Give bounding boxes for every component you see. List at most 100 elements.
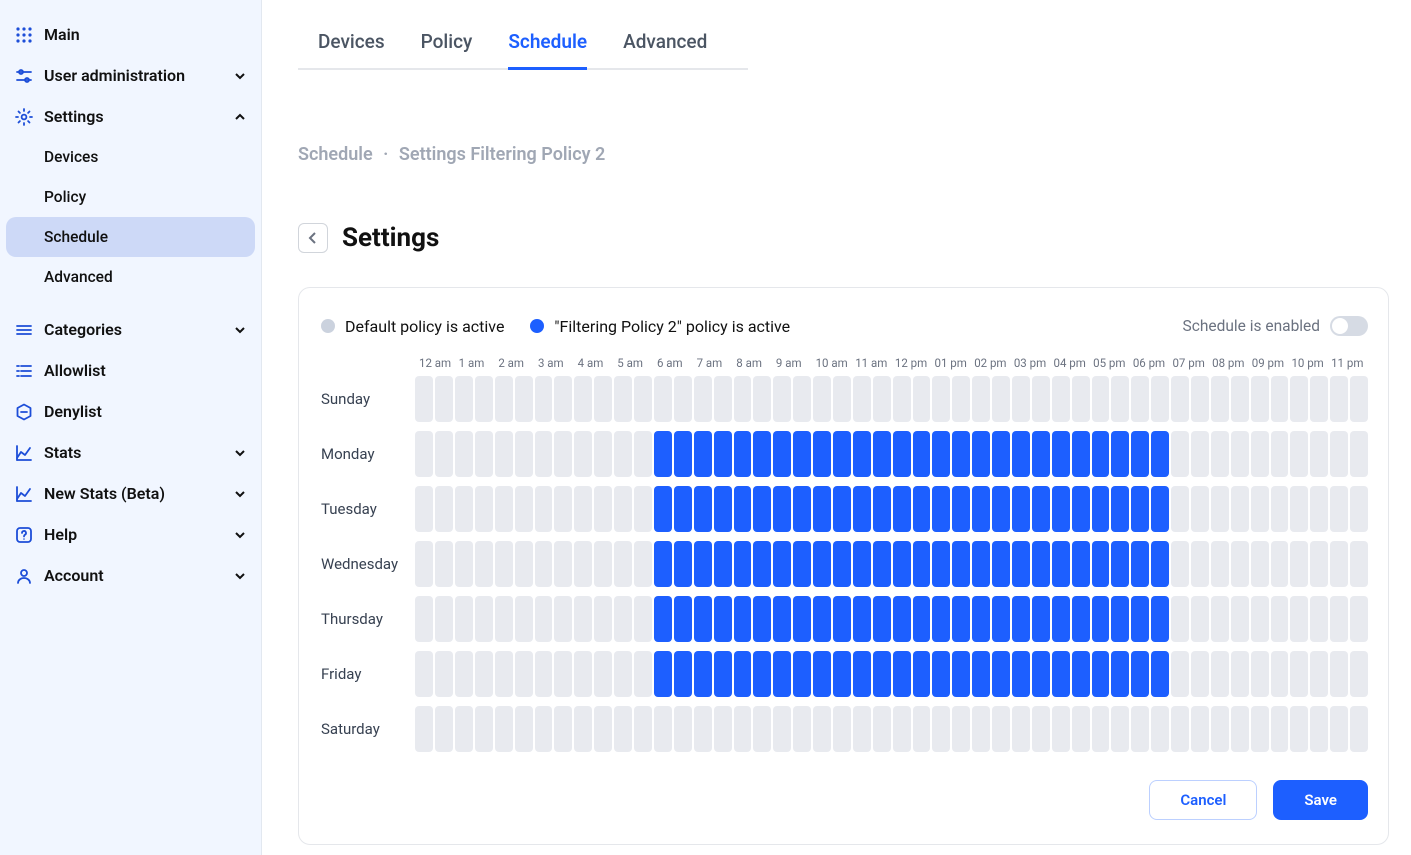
- schedule-slot[interactable]: [554, 486, 572, 532]
- schedule-slot[interactable]: [1191, 651, 1209, 697]
- schedule-slot[interactable]: [1290, 706, 1308, 752]
- schedule-slot[interactable]: [793, 596, 811, 642]
- schedule-slot[interactable]: [535, 596, 553, 642]
- schedule-slot[interactable]: [1350, 596, 1368, 642]
- sidebar-item-settings[interactable]: Settings: [0, 96, 261, 137]
- schedule-slot[interactable]: [594, 706, 612, 752]
- schedule-slot[interactable]: [972, 541, 990, 587]
- schedule-slot[interactable]: [535, 541, 553, 587]
- sidebar-item-stats[interactable]: Stats: [0, 432, 261, 473]
- schedule-slot[interactable]: [475, 651, 493, 697]
- schedule-slot[interactable]: [674, 706, 692, 752]
- schedule-slot[interactable]: [654, 596, 672, 642]
- schedule-slot[interactable]: [932, 651, 950, 697]
- schedule-slot[interactable]: [1191, 486, 1209, 532]
- schedule-slot[interactable]: [535, 651, 553, 697]
- schedule-slot[interactable]: [753, 376, 771, 422]
- schedule-slot[interactable]: [1012, 376, 1030, 422]
- schedule-slot[interactable]: [1171, 706, 1189, 752]
- schedule-slot[interactable]: [833, 596, 851, 642]
- schedule-slot[interactable]: [515, 651, 533, 697]
- schedule-slot[interactable]: [952, 596, 970, 642]
- sidebar-item-user-admin[interactable]: User administration: [0, 55, 261, 96]
- schedule-slot[interactable]: [634, 486, 652, 532]
- sidebar-subitem-schedule[interactable]: Schedule: [6, 217, 255, 257]
- schedule-toggle[interactable]: [1330, 316, 1368, 336]
- schedule-slot[interactable]: [495, 651, 513, 697]
- schedule-slot[interactable]: [972, 651, 990, 697]
- schedule-slot[interactable]: [654, 651, 672, 697]
- back-button[interactable]: [298, 223, 328, 253]
- schedule-slot[interactable]: [873, 706, 891, 752]
- schedule-slot[interactable]: [614, 541, 632, 587]
- schedule-slot[interactable]: [1231, 541, 1249, 587]
- schedule-slot[interactable]: [594, 541, 612, 587]
- schedule-slot[interactable]: [554, 596, 572, 642]
- schedule-slot[interactable]: [654, 431, 672, 477]
- schedule-slot[interactable]: [1131, 376, 1149, 422]
- schedule-slot[interactable]: [1072, 651, 1090, 697]
- schedule-slot[interactable]: [1330, 596, 1348, 642]
- schedule-slot[interactable]: [515, 596, 533, 642]
- sidebar-subitem-advanced[interactable]: Advanced: [0, 257, 261, 297]
- schedule-slot[interactable]: [893, 431, 911, 477]
- schedule-slot[interactable]: [873, 541, 891, 587]
- tab-devices[interactable]: Devices: [318, 22, 385, 70]
- schedule-slot[interactable]: [435, 376, 453, 422]
- schedule-slot[interactable]: [1032, 706, 1050, 752]
- schedule-slot[interactable]: [734, 541, 752, 587]
- schedule-slot[interactable]: [1131, 596, 1149, 642]
- schedule-slot[interactable]: [714, 651, 732, 697]
- schedule-slot[interactable]: [932, 376, 950, 422]
- schedule-slot[interactable]: [614, 596, 632, 642]
- schedule-slot[interactable]: [415, 486, 433, 532]
- schedule-slot[interactable]: [793, 706, 811, 752]
- schedule-slot[interactable]: [1350, 541, 1368, 587]
- schedule-slot[interactable]: [853, 596, 871, 642]
- sidebar-subitem-policy[interactable]: Policy: [0, 177, 261, 217]
- schedule-slot[interactable]: [833, 431, 851, 477]
- schedule-slot[interactable]: [913, 596, 931, 642]
- schedule-slot[interactable]: [873, 486, 891, 532]
- schedule-slot[interactable]: [495, 541, 513, 587]
- schedule-slot[interactable]: [1191, 596, 1209, 642]
- breadcrumb-first[interactable]: Schedule: [298, 144, 373, 165]
- schedule-slot[interactable]: [634, 376, 652, 422]
- schedule-slot[interactable]: [932, 431, 950, 477]
- schedule-slot[interactable]: [1092, 431, 1110, 477]
- schedule-slot[interactable]: [972, 376, 990, 422]
- schedule-slot[interactable]: [1330, 651, 1348, 697]
- schedule-slot[interactable]: [1211, 486, 1229, 532]
- schedule-slot[interactable]: [873, 651, 891, 697]
- schedule-slot[interactable]: [1310, 376, 1328, 422]
- schedule-slot[interactable]: [694, 541, 712, 587]
- schedule-slot[interactable]: [1072, 486, 1090, 532]
- schedule-slot[interactable]: [1271, 431, 1289, 477]
- schedule-slot[interactable]: [1290, 651, 1308, 697]
- schedule-slot[interactable]: [893, 706, 911, 752]
- schedule-slot[interactable]: [753, 541, 771, 587]
- schedule-slot[interactable]: [475, 376, 493, 422]
- schedule-slot[interactable]: [1171, 376, 1189, 422]
- schedule-slot[interactable]: [893, 376, 911, 422]
- schedule-slot[interactable]: [1131, 651, 1149, 697]
- schedule-slot[interactable]: [594, 651, 612, 697]
- schedule-slot[interactable]: [694, 431, 712, 477]
- schedule-slot[interactable]: [793, 651, 811, 697]
- schedule-slot[interactable]: [634, 706, 652, 752]
- schedule-slot[interactable]: [674, 431, 692, 477]
- schedule-slot[interactable]: [1251, 486, 1269, 532]
- schedule-slot[interactable]: [972, 706, 990, 752]
- schedule-slot[interactable]: [714, 596, 732, 642]
- schedule-slot[interactable]: [1052, 431, 1070, 477]
- schedule-slot[interactable]: [515, 486, 533, 532]
- schedule-slot[interactable]: [435, 431, 453, 477]
- schedule-slot[interactable]: [495, 431, 513, 477]
- schedule-slot[interactable]: [515, 376, 533, 422]
- schedule-slot[interactable]: [1131, 706, 1149, 752]
- schedule-slot[interactable]: [654, 706, 672, 752]
- schedule-slot[interactable]: [415, 541, 433, 587]
- schedule-slot[interactable]: [1310, 486, 1328, 532]
- schedule-slot[interactable]: [853, 486, 871, 532]
- schedule-slot[interactable]: [614, 486, 632, 532]
